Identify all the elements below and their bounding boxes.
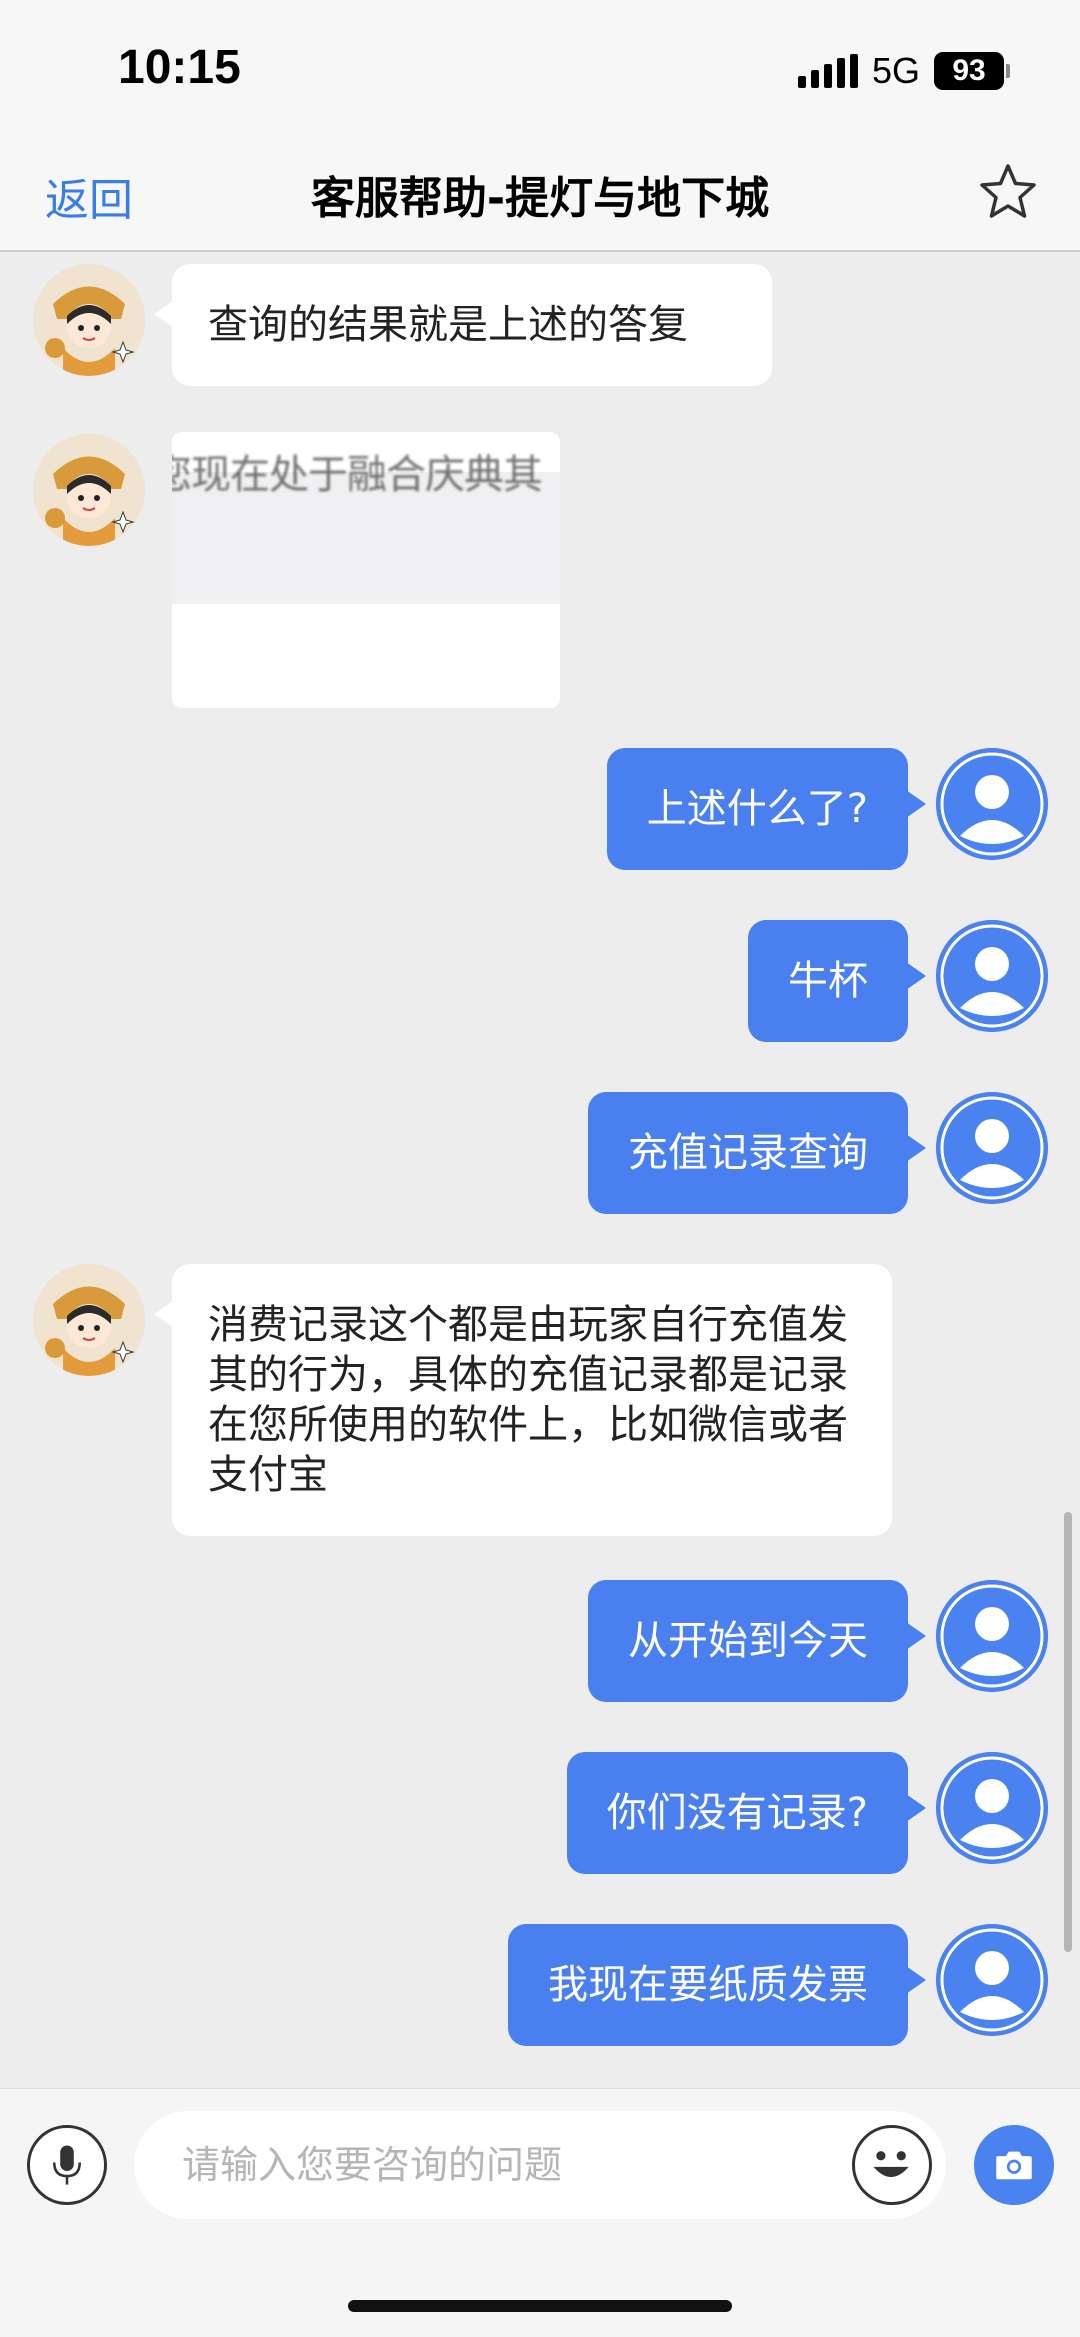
network-type: 5G xyxy=(871,50,920,91)
user-avatar xyxy=(936,748,1048,860)
message-card[interactable]: 您现在处于融合庆典其 xyxy=(172,432,560,708)
message-bubble: 消费记录这个都是由玩家自行充值发其的行为，具体的充值记录都是记录在您所使用的软件… xyxy=(154,1264,892,1536)
agent-avatar xyxy=(33,264,145,376)
message-bubble: 查询的结果就是上述的答复 xyxy=(154,264,772,386)
message-bubble: 充值记录查询 xyxy=(588,1092,926,1214)
voice-input-button[interactable] xyxy=(27,2125,107,2205)
home-indicator[interactable] xyxy=(348,2300,732,2312)
camera-button[interactable] xyxy=(974,2125,1054,2205)
camera-icon xyxy=(996,2151,1032,2180)
battery-level: 93 xyxy=(934,52,1004,90)
message-bubble: 我现在要纸质发票 xyxy=(508,1924,926,2046)
status-indicators: 5G 93 xyxy=(797,50,1010,92)
star-icon[interactable] xyxy=(976,160,1040,224)
status-bar: 10:15 5G 93 xyxy=(0,0,1080,140)
battery-icon: 93 xyxy=(934,52,1010,90)
user-avatar xyxy=(936,1580,1048,1692)
user-avatar xyxy=(936,1092,1048,1204)
page-title: 客服帮助-提灯与地下城 xyxy=(310,173,770,224)
user-avatar xyxy=(936,1924,1048,2036)
signal-icon xyxy=(797,54,858,88)
message-input[interactable] xyxy=(134,2111,946,2219)
status-time: 10:15 xyxy=(118,41,241,94)
microphone-icon xyxy=(52,2145,82,2185)
user-avatar xyxy=(936,1752,1048,1864)
message-bubble: 你们没有记录? xyxy=(566,1752,927,1874)
user-avatar xyxy=(936,920,1048,1032)
chat-scrollbar[interactable] xyxy=(1064,1512,1072,1952)
message-bubble: 牛杯 xyxy=(748,920,926,1042)
agent-avatar xyxy=(33,434,145,546)
chat-area[interactable]: 查询的结果就是上述的答复 您现在处于融合庆典其 上述什么了? 牛杯 充值记录查询… xyxy=(0,254,1080,2086)
faded-message-text: 您现在处于融合庆典其 xyxy=(172,452,543,498)
navigation-bar: 返回 客服帮助-提灯与地下城 xyxy=(0,140,1080,252)
message-bubble: 上述什么了? xyxy=(606,748,927,870)
smiley-icon xyxy=(873,2151,909,2178)
agent-avatar xyxy=(33,1264,145,1376)
message-bubble: 从开始到今天 xyxy=(588,1580,926,1702)
emoji-button[interactable] xyxy=(852,2125,932,2205)
